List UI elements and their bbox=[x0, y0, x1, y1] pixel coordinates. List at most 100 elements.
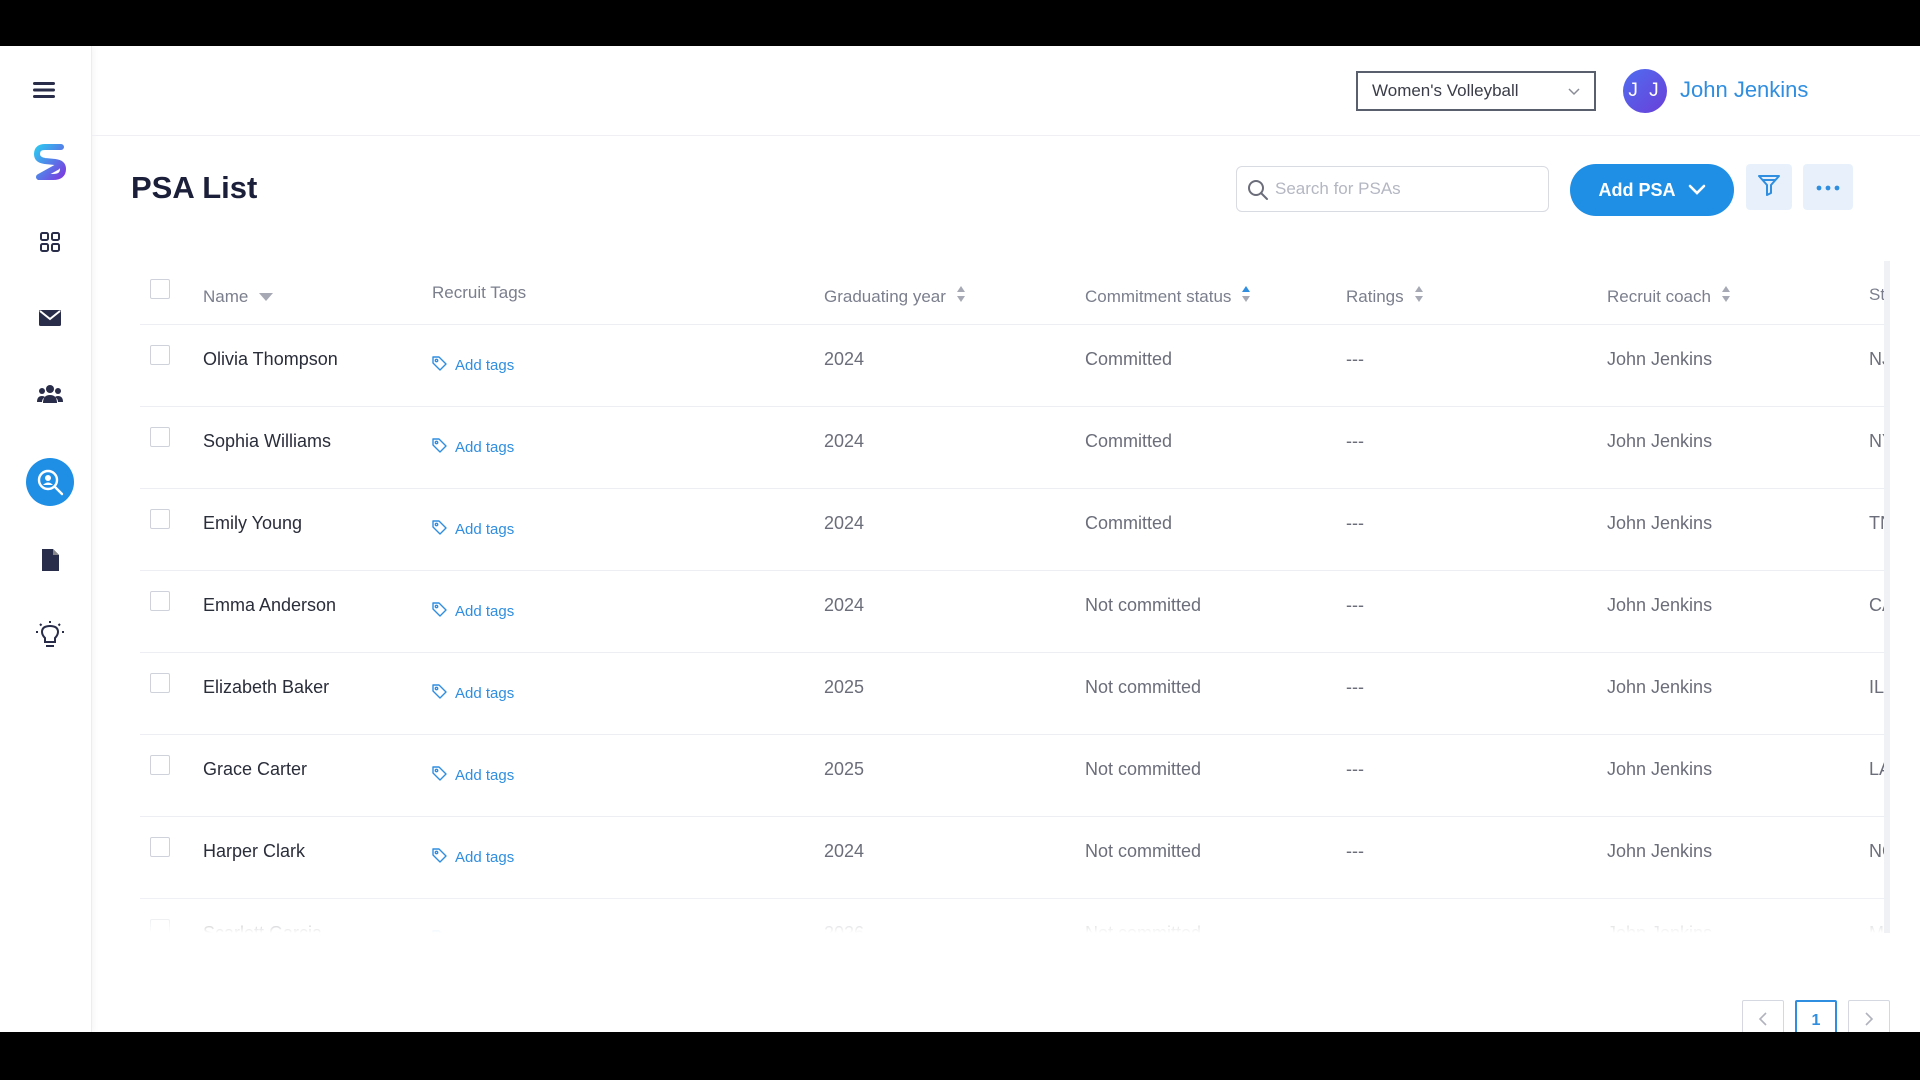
add-tags-link[interactable]: Add tags bbox=[432, 520, 514, 539]
letterbox-bottom bbox=[0, 1032, 1920, 1080]
table-row[interactable]: Olivia Thompson 2024 Committed --- John Jenk… bbox=[140, 325, 1890, 407]
row-checkbox[interactable] bbox=[150, 509, 170, 529]
column-recruit-coach[interactable]: Recruit coach bbox=[1607, 285, 1731, 308]
tag-icon bbox=[432, 930, 447, 933]
add-tags-label: Add tags bbox=[455, 521, 515, 538]
add-tags-label: Add tags bbox=[455, 849, 515, 866]
column-name-label: Name bbox=[203, 287, 249, 306]
table-row[interactable]: Sophia Williams 2024 Committed --- John Jenk… bbox=[140, 407, 1890, 489]
sort-icon bbox=[956, 285, 966, 308]
more-options-button[interactable] bbox=[1803, 164, 1853, 210]
cell-name[interactable]: Scarlett Garcia bbox=[203, 923, 322, 933]
more-icon bbox=[1816, 178, 1840, 196]
user-name[interactable]: John Jenkins bbox=[1680, 77, 1808, 103]
tag-icon bbox=[432, 520, 447, 539]
cell-name[interactable]: Grace Carter bbox=[203, 759, 307, 780]
search-people-icon[interactable] bbox=[26, 458, 74, 506]
row-checkbox[interactable] bbox=[150, 345, 170, 365]
filter-button[interactable] bbox=[1746, 164, 1792, 210]
table-scroll-edge[interactable] bbox=[1884, 261, 1890, 933]
cell-recruit-coach: John Jenkins bbox=[1607, 595, 1713, 615]
tag-icon bbox=[432, 602, 447, 621]
cell-name[interactable]: Sophia Williams bbox=[203, 431, 331, 452]
pagination-next-button[interactable] bbox=[1848, 1000, 1890, 1032]
cell-recruit-coach: John Jenkins bbox=[1607, 349, 1713, 369]
table-row[interactable]: Emma Anderson 2024 Not committed --- John Je… bbox=[140, 571, 1890, 653]
tag-icon bbox=[432, 356, 447, 375]
cell-ratings: --- bbox=[1346, 431, 1364, 451]
column-graduating-year[interactable]: Graduating year bbox=[824, 285, 966, 308]
sidebar bbox=[0, 46, 92, 1032]
cell-name[interactable]: Olivia Thompson bbox=[203, 349, 338, 370]
team-icon[interactable] bbox=[26, 370, 74, 418]
cell-commitment-status: Not committed bbox=[1085, 841, 1202, 861]
cell-state: IL bbox=[1869, 677, 1885, 697]
cell-commitment-status: Committed bbox=[1085, 349, 1173, 369]
column-ratings[interactable]: Ratings bbox=[1346, 285, 1424, 308]
row-checkbox[interactable] bbox=[150, 673, 170, 693]
search-box[interactable] bbox=[1236, 166, 1549, 212]
search-input[interactable] bbox=[1275, 179, 1535, 199]
add-tags-link[interactable]: Add tags bbox=[432, 438, 514, 457]
cell-ratings: --- bbox=[1346, 759, 1364, 779]
cell-recruit-coach: John Jenkins bbox=[1607, 923, 1713, 933]
cell-ratings: --- bbox=[1346, 513, 1364, 533]
column-recruit-coach-label: Recruit coach bbox=[1607, 286, 1711, 306]
logo-icon[interactable] bbox=[26, 138, 74, 186]
psa-table: Name Recruit Tags Graduating year Commit… bbox=[140, 261, 1890, 933]
document-icon[interactable] bbox=[26, 536, 74, 584]
cell-graduating-year: 2024 bbox=[824, 349, 865, 369]
tag-icon bbox=[432, 684, 447, 703]
tag-icon bbox=[432, 766, 447, 785]
table-row[interactable]: Harper Clark 2024 Not committed --- John Jen… bbox=[140, 817, 1890, 899]
table-row[interactable]: Grace Carter 2025 Not committed --- John Jen… bbox=[140, 735, 1890, 817]
row-checkbox[interactable] bbox=[150, 919, 170, 933]
cell-recruit-coach: John Jenkins bbox=[1607, 759, 1713, 779]
add-tags-link[interactable]: Add tags bbox=[432, 848, 514, 867]
avatar[interactable]: J J bbox=[1623, 69, 1667, 113]
cell-graduating-year: 2024 bbox=[824, 841, 865, 861]
row-checkbox[interactable] bbox=[150, 837, 170, 857]
cell-commitment-status: Committed bbox=[1085, 513, 1173, 533]
column-recruit-tags-label: Recruit Tags bbox=[432, 283, 527, 302]
row-checkbox[interactable] bbox=[150, 591, 170, 611]
row-checkbox[interactable] bbox=[150, 755, 170, 775]
column-state[interactable]: St bbox=[1869, 285, 1885, 305]
cell-name[interactable]: Emily Young bbox=[203, 513, 302, 534]
tag-icon bbox=[432, 848, 447, 867]
row-checkbox[interactable] bbox=[150, 427, 170, 447]
add-psa-button[interactable]: Add PSA bbox=[1570, 164, 1734, 216]
letterbox-top bbox=[0, 0, 1920, 46]
sort-icon bbox=[1414, 285, 1424, 308]
dashboard-icon[interactable] bbox=[26, 218, 74, 266]
add-tags-link[interactable]: Add tags bbox=[432, 684, 514, 703]
column-name[interactable]: Name bbox=[203, 287, 274, 307]
table-row[interactable]: Scarlett Garcia 2026 Not committed --- John … bbox=[140, 899, 1890, 933]
add-tags-link[interactable]: Add tags bbox=[432, 930, 514, 933]
column-commitment-status[interactable]: Commitment status bbox=[1085, 285, 1251, 308]
cell-commitment-status: Not committed bbox=[1085, 595, 1202, 615]
select-all-checkbox[interactable] bbox=[150, 279, 170, 299]
pagination-page-1[interactable]: 1 bbox=[1795, 1000, 1837, 1032]
add-tags-link[interactable]: Add tags bbox=[432, 766, 514, 785]
cell-recruit-coach: John Jenkins bbox=[1607, 431, 1713, 451]
menu-icon[interactable] bbox=[20, 66, 68, 114]
add-tags-link[interactable]: Add tags bbox=[432, 356, 514, 375]
chevron-left-icon bbox=[1758, 1011, 1768, 1031]
pagination-prev-button[interactable] bbox=[1742, 1000, 1784, 1032]
mail-icon[interactable] bbox=[26, 294, 74, 342]
add-tags-label: Add tags bbox=[455, 767, 515, 784]
table-row[interactable]: Emily Young 2024 Committed --- John Jenkins T… bbox=[140, 489, 1890, 571]
add-tags-label: Add tags bbox=[455, 931, 514, 933]
add-tags-link[interactable]: Add tags bbox=[432, 602, 514, 621]
table-row[interactable]: Elizabeth Baker 2025 Not committed --- John … bbox=[140, 653, 1890, 735]
cell-name[interactable]: Emma Anderson bbox=[203, 595, 336, 616]
sort-down-icon bbox=[258, 287, 274, 307]
ideas-icon[interactable] bbox=[26, 612, 74, 660]
cell-name[interactable]: Harper Clark bbox=[203, 841, 305, 862]
app-window: Women's Volleyball J J John Jenkins PSA … bbox=[0, 46, 1920, 1032]
cell-name[interactable]: Elizabeth Baker bbox=[203, 677, 329, 698]
sport-select[interactable]: Women's Volleyball bbox=[1356, 71, 1596, 111]
cell-graduating-year: 2024 bbox=[824, 513, 865, 533]
cell-recruit-coach: John Jenkins bbox=[1607, 513, 1713, 533]
